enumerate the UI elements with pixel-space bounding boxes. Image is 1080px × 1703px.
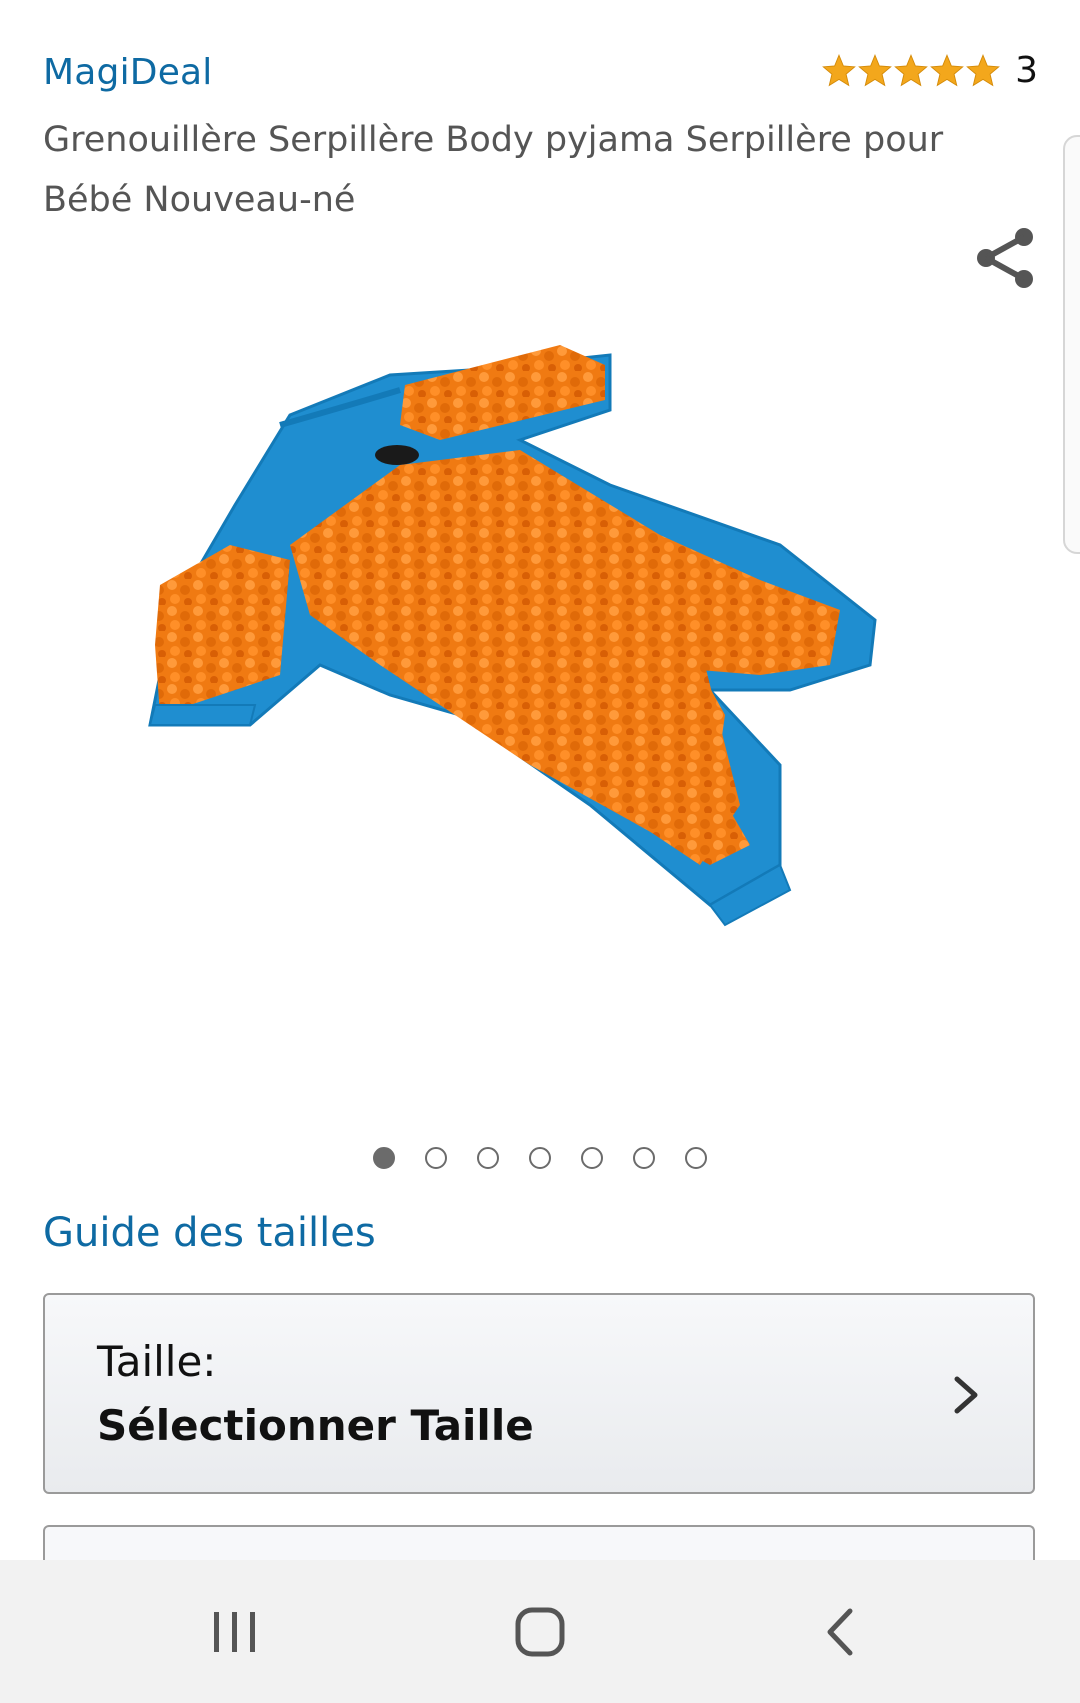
carousel-dot[interactable] (633, 1147, 655, 1169)
recent-apps-button[interactable] (165, 1560, 305, 1703)
recent-apps-icon (214, 1611, 255, 1652)
product-page: MagiDeal 3 Grenouillère Serpillère Body … (0, 0, 1080, 1703)
size-selector-label: Taille: (97, 1337, 217, 1386)
carousel-dot[interactable] (425, 1147, 447, 1169)
home-icon (515, 1607, 565, 1656)
carousel-dot[interactable] (373, 1147, 395, 1169)
back-button[interactable] (770, 1560, 910, 1703)
brand-link[interactable]: MagiDeal (43, 52, 213, 93)
carousel-dot[interactable] (529, 1147, 551, 1169)
carousel-dot[interactable] (477, 1147, 499, 1169)
star-icon (966, 53, 1000, 86)
star-icon (930, 53, 964, 86)
side-panel-handle[interactable] (1063, 135, 1080, 554)
home-button[interactable] (470, 1560, 610, 1703)
carousel-dot[interactable] (581, 1147, 603, 1169)
size-selector-value: Sélectionner Taille (97, 1401, 534, 1450)
rating[interactable]: 3 (821, 50, 1038, 91)
product-title: Grenouillère Serpillère Body pyjama Serp… (43, 120, 944, 220)
star-icon (822, 53, 856, 86)
star-rating (821, 53, 1001, 89)
share-icon[interactable] (972, 225, 1038, 291)
star-icon (858, 53, 892, 86)
back-icon (827, 1608, 853, 1655)
size-selector-button[interactable]: Taille: Sélectionner Taille (43, 1293, 1035, 1494)
star-icon (894, 53, 928, 86)
size-guide-link[interactable]: Guide des tailles (43, 1210, 376, 1256)
system-navigation-bar (0, 1560, 1080, 1703)
chevron-right-icon (954, 1376, 978, 1414)
rating-count: 3 (1015, 50, 1038, 91)
product-image[interactable] (140, 345, 960, 1005)
carousel-dot[interactable] (685, 1147, 707, 1169)
image-carousel-dots (0, 1147, 1080, 1169)
